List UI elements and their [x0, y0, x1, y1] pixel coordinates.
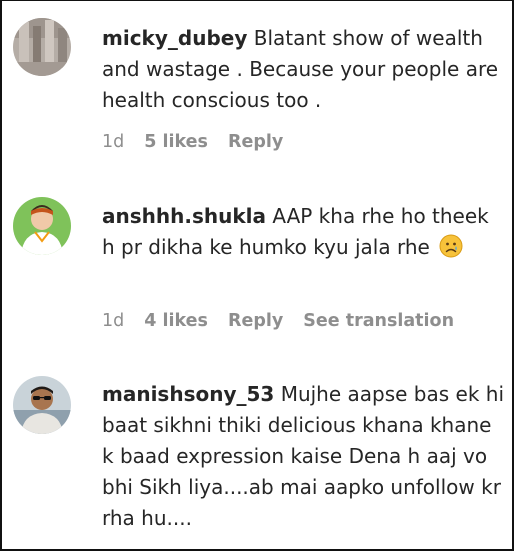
comment-username[interactable]: anshhh.shukla: [102, 204, 266, 228]
comment-meta: 1d 5 likes Reply: [102, 132, 303, 152]
avatar[interactable]: [13, 18, 71, 76]
comment-meta: 1d 4 likes Reply See translation: [102, 311, 454, 331]
avatar[interactable]: [13, 376, 71, 434]
comment-username[interactable]: manishsony_53: [102, 382, 274, 406]
man-sunglasses-avatar-icon: [13, 376, 71, 434]
reply-button[interactable]: Reply: [228, 311, 283, 331]
likes-count[interactable]: 4 likes: [144, 311, 208, 331]
comment-username[interactable]: micky_dubey: [102, 26, 247, 50]
comment-time[interactable]: 1d: [102, 132, 124, 152]
stone-wall-avatar-icon: [13, 18, 71, 76]
reply-button[interactable]: Reply: [228, 132, 283, 152]
avatar[interactable]: [13, 197, 71, 255]
sad-tear-face-icon: [439, 234, 463, 258]
comment-time[interactable]: 1d: [102, 311, 124, 331]
see-translation-link[interactable]: See translation: [303, 311, 454, 331]
comment-text-block: micky_dubey Blatant show of wealth and w…: [102, 23, 504, 116]
comment-text-block: anshhh.shukla AAP kha rhe ho theek h pr …: [102, 201, 504, 263]
likes-count[interactable]: 5 likes: [144, 132, 208, 152]
comment-text-block: manishsony_53 Mujhe aapse bas ek hi baat…: [102, 379, 504, 534]
cartoon-man-avatar-icon: [13, 197, 71, 255]
comments-panel: micky_dubey Blatant show of wealth and w…: [0, 0, 514, 551]
